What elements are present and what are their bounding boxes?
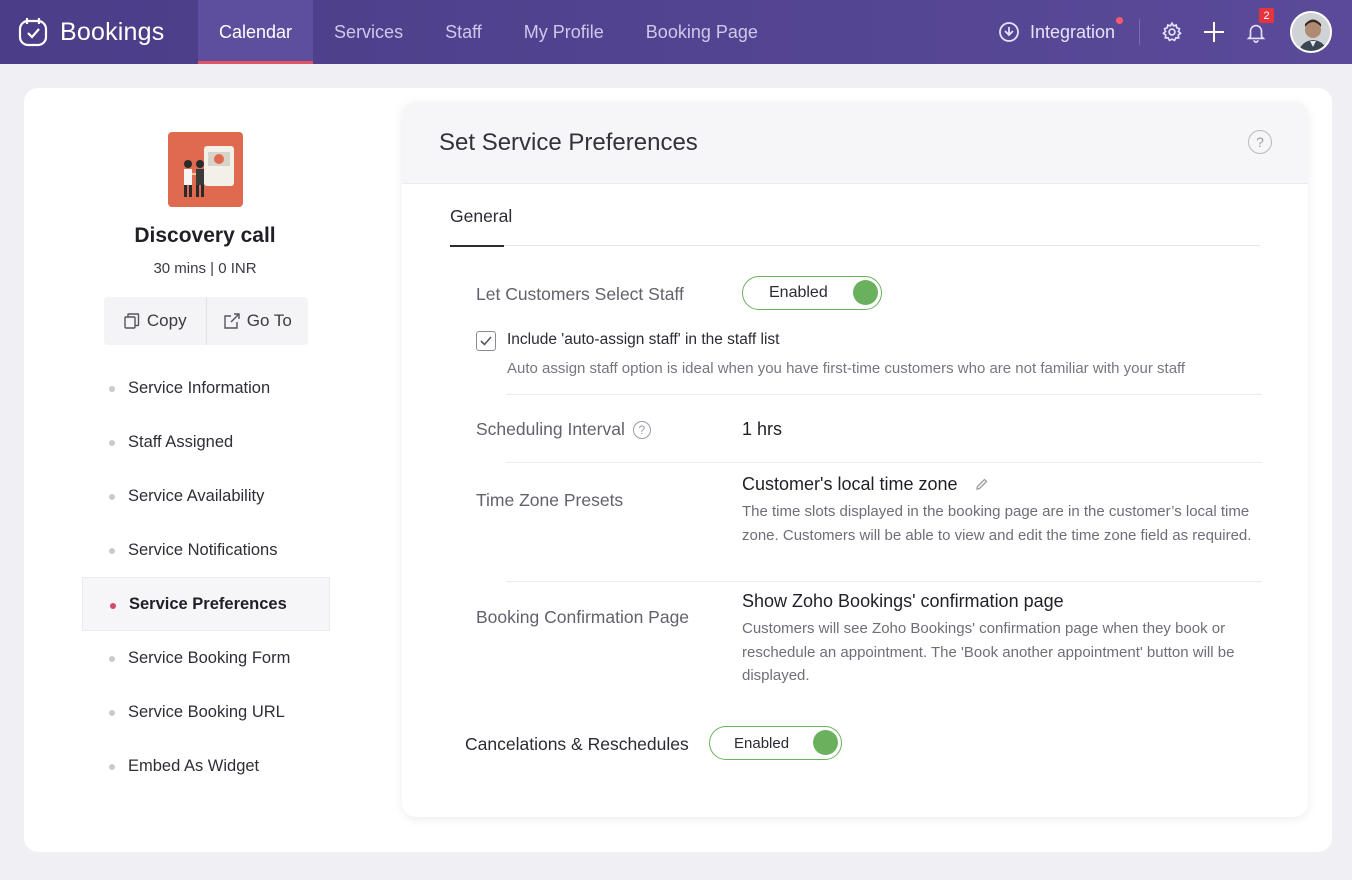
integration-label: Integration bbox=[1029, 21, 1115, 42]
service-duration-price: 30 mins | 0 INR bbox=[153, 260, 257, 277]
integration-icon bbox=[998, 21, 1020, 43]
time-zone-value-text: Customer's local time zone bbox=[742, 474, 958, 494]
service-actions: Copy Go To bbox=[104, 297, 308, 345]
time-zone-value: Customer's local time zone bbox=[742, 474, 989, 496]
go-to-label: Go To bbox=[246, 311, 292, 330]
preferences-panel: Set Service Preferences ? General Let Cu… bbox=[402, 102, 1308, 817]
preferences-tabs: General bbox=[450, 206, 1260, 247]
sidebar-item-service-preferences[interactable]: Service Preferences bbox=[82, 577, 330, 631]
bookings-logo-icon bbox=[16, 15, 50, 49]
app-name: Bookings bbox=[60, 17, 165, 46]
checkmark-icon bbox=[479, 334, 493, 348]
divider bbox=[506, 394, 1262, 395]
pencil-icon[interactable] bbox=[975, 475, 989, 496]
gear-icon[interactable] bbox=[1160, 20, 1184, 44]
brand[interactable]: Bookings bbox=[16, 15, 198, 49]
service-sidebar: Service Information Staff Assigned Servi… bbox=[82, 361, 330, 793]
go-to-button[interactable]: Go To bbox=[205, 297, 309, 345]
cancelations-reschedules-toggle[interactable]: Enabled bbox=[709, 726, 842, 760]
notification-badge: 2 bbox=[1259, 8, 1274, 23]
integration-link[interactable]: Integration bbox=[998, 17, 1123, 43]
nav-staff[interactable]: Staff bbox=[424, 0, 503, 64]
select-staff-toggle-label: Enabled bbox=[769, 284, 828, 301]
sidebar-item-embed-as-widget[interactable]: Embed As Widget bbox=[82, 739, 330, 793]
divider bbox=[506, 581, 1262, 582]
plus-icon[interactable] bbox=[1202, 20, 1226, 44]
sidebar-item-service-information[interactable]: Service Information bbox=[82, 361, 330, 415]
topbar-divider bbox=[1139, 19, 1140, 45]
nav-my-profile[interactable]: My Profile bbox=[503, 0, 625, 64]
auto-assign-hint: Auto assign staff option is ideal when y… bbox=[507, 360, 1186, 377]
external-link-icon bbox=[223, 312, 241, 330]
integration-alert-dot bbox=[1116, 17, 1123, 24]
toggle-knob bbox=[853, 280, 878, 305]
panel-header: Set Service Preferences bbox=[402, 102, 1308, 184]
nav-calendar[interactable]: Calendar bbox=[198, 0, 314, 64]
service-image bbox=[168, 132, 243, 207]
copy-button[interactable]: Copy bbox=[104, 297, 206, 345]
nav-booking-page[interactable]: Booking Page bbox=[625, 0, 779, 64]
sidebar-item-service-booking-url[interactable]: Service Booking URL bbox=[82, 685, 330, 739]
auto-assign-checkbox[interactable] bbox=[476, 331, 496, 351]
panel-title: Set Service Preferences bbox=[439, 128, 698, 156]
scheduling-interval-text: Scheduling Interval bbox=[476, 419, 625, 439]
cancelations-reschedules-label: Cancelations & Reschedules bbox=[465, 734, 689, 754]
scheduling-interval-value[interactable]: 1 hrs bbox=[742, 419, 782, 440]
tab-general[interactable]: General bbox=[450, 206, 514, 247]
booking-confirmation-label: Booking Confirmation Page bbox=[476, 607, 690, 627]
select-staff-label: Let Customers Select Staff bbox=[476, 284, 684, 304]
sidebar-item-service-availability[interactable]: Service Availability bbox=[82, 469, 330, 523]
sidebar-item-service-notifications[interactable]: Service Notifications bbox=[82, 523, 330, 577]
select-staff-toggle[interactable]: Enabled bbox=[742, 276, 882, 310]
sidebar-item-staff-assigned[interactable]: Staff Assigned bbox=[82, 415, 330, 469]
top-navigation-bar: Bookings Calendar Services Staff My Prof… bbox=[0, 0, 1352, 64]
time-zone-presets-label: Time Zone Presets bbox=[476, 490, 624, 510]
question-icon[interactable]: ? bbox=[632, 421, 651, 440]
service-title: Discovery call bbox=[134, 224, 276, 247]
topbar-actions: Integration 2 bbox=[998, 0, 1332, 64]
help-icon[interactable]: ? bbox=[1248, 130, 1272, 154]
main-nav: Calendar Services Staff My Profile Booki… bbox=[198, 0, 779, 64]
auto-assign-label: Include 'auto-assign staff' in the staff… bbox=[507, 331, 780, 348]
sidebar-item-service-booking-form[interactable]: Service Booking Form bbox=[82, 631, 330, 685]
user-avatar[interactable] bbox=[1290, 11, 1332, 53]
bell-icon[interactable]: 2 bbox=[1244, 8, 1274, 44]
booking-confirmation-description: Customers will see Zoho Bookings' confir… bbox=[742, 620, 1235, 684]
copy-icon bbox=[123, 312, 141, 330]
service-settings-card: Discovery call 30 mins | 0 INR Copy Go T… bbox=[24, 88, 1332, 852]
nav-services[interactable]: Services bbox=[313, 0, 424, 64]
divider bbox=[506, 462, 1262, 463]
time-zone-description: The time slots displayed in the booking … bbox=[742, 503, 1252, 544]
scheduling-interval-label: Scheduling Interval? bbox=[476, 419, 651, 440]
cancelations-toggle-label: Enabled bbox=[734, 734, 790, 752]
copy-label: Copy bbox=[146, 311, 187, 330]
toggle-knob bbox=[813, 730, 838, 755]
booking-confirmation-value[interactable]: Show Zoho Bookings' confirmation page bbox=[742, 591, 1064, 612]
